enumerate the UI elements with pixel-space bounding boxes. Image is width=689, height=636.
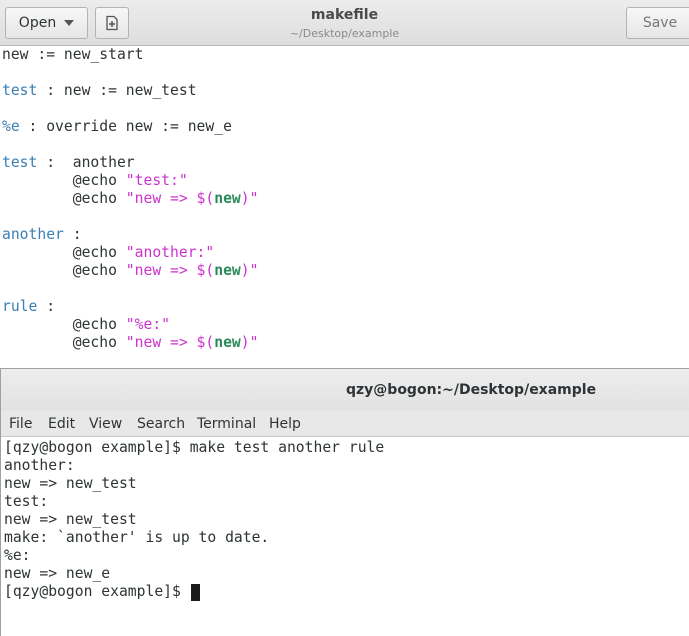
code-line: %e : override new := new_e — [2, 118, 258, 136]
code-target: another — [2, 226, 64, 243]
code-string: )" — [240, 334, 259, 351]
code-text: : new := new_test — [37, 82, 197, 99]
code-variable: new — [214, 262, 241, 279]
code-line: test : another — [2, 154, 258, 172]
gedit-window: Open makefile ~/Desktop/example Save new… — [0, 0, 689, 368]
menu-help[interactable]: Help — [269, 416, 301, 432]
code-text: @echo — [2, 262, 126, 279]
code-line: @echo "new => $(new)" — [2, 334, 259, 352]
menu-terminal[interactable]: Terminal — [197, 416, 256, 432]
code-target: %e — [2, 118, 20, 135]
code-text: : — [37, 298, 56, 315]
code-line: @echo "new => $(new)" — [2, 190, 259, 208]
terminal-window: qzy@bogon:~/Desktop/example File Edit Vi… — [0, 368, 689, 636]
menu-file[interactable]: File — [9, 416, 32, 432]
terminal-line: %e: — [4, 547, 31, 564]
code-line: test : new := new_test — [2, 82, 258, 100]
code-text: new := new_start — [2, 46, 144, 63]
terminal-titlebar[interactable]: qzy@bogon:~/Desktop/example — [1, 369, 689, 411]
code-text: : another — [37, 154, 135, 171]
code-text: : — [63, 226, 82, 243]
terminal-line: new => new_test — [4, 475, 137, 492]
menu-search[interactable]: Search — [137, 416, 185, 432]
terminal-line: [qzy@bogon example]$ make test another r… — [4, 439, 385, 456]
code-string: )" — [240, 262, 259, 279]
code-string: "test:" — [125, 172, 188, 189]
terminal-line: make: `another' is up to date. — [4, 529, 270, 546]
code-editor[interactable]: new := new_start test : new := new_test … — [2, 46, 258, 352]
code-variable: new — [214, 334, 241, 351]
code-text: : override new := new_e — [19, 118, 232, 135]
terminal-menubar: File Edit View Search Terminal Help — [1, 411, 689, 437]
code-string: "new => $( — [125, 262, 215, 279]
code-line: another : — [2, 226, 258, 244]
terminal-prompt-line: [qzy@bogon example]$ — [4, 583, 384, 601]
window-title: makefile — [310, 7, 379, 23]
code-text: @echo — [2, 244, 126, 261]
code-string: "new => $( — [125, 190, 215, 207]
code-line: new := new_start — [2, 46, 258, 64]
gedit-headerbar: Open makefile ~/Desktop/example Save — [0, 0, 689, 46]
code-line: @echo "another:" — [2, 244, 258, 262]
terminal-line: test: — [4, 493, 49, 510]
code-string: "another:" — [125, 244, 215, 261]
code-string: "new => $( — [125, 334, 215, 351]
code-text: @echo — [2, 316, 126, 333]
code-line: @echo "%e:" — [2, 316, 258, 334]
terminal-line: new => new_e — [4, 565, 111, 582]
menu-edit[interactable]: Edit — [48, 416, 75, 432]
code-text: @echo — [2, 334, 126, 351]
terminal-title: qzy@bogon:~/Desktop/example — [346, 382, 597, 398]
terminal-line: another: — [4, 457, 75, 474]
code-text: @echo — [2, 190, 126, 207]
terminal-cursor — [190, 584, 200, 601]
code-string: )" — [240, 190, 259, 207]
terminal-output[interactable]: [qzy@bogon example]$ make test another r… — [4, 439, 384, 601]
code-line: @echo "new => $(new)" — [2, 262, 259, 280]
terminal-prompt: [qzy@bogon example]$ — [4, 583, 190, 600]
code-target: test — [2, 82, 38, 99]
terminal-line: new => new_test — [4, 511, 137, 528]
menu-view[interactable]: View — [89, 416, 122, 432]
code-string: "%e:" — [125, 316, 171, 333]
code-line: rule : — [2, 298, 258, 316]
code-target: rule — [2, 298, 38, 315]
code-text: @echo — [2, 172, 126, 189]
code-line: @echo "test:" — [2, 172, 258, 190]
code-target: test — [2, 154, 38, 171]
window-subtitle: ~/Desktop/example — [289, 27, 400, 40]
code-variable: new — [214, 190, 241, 207]
save-button[interactable]: Save — [626, 7, 689, 39]
